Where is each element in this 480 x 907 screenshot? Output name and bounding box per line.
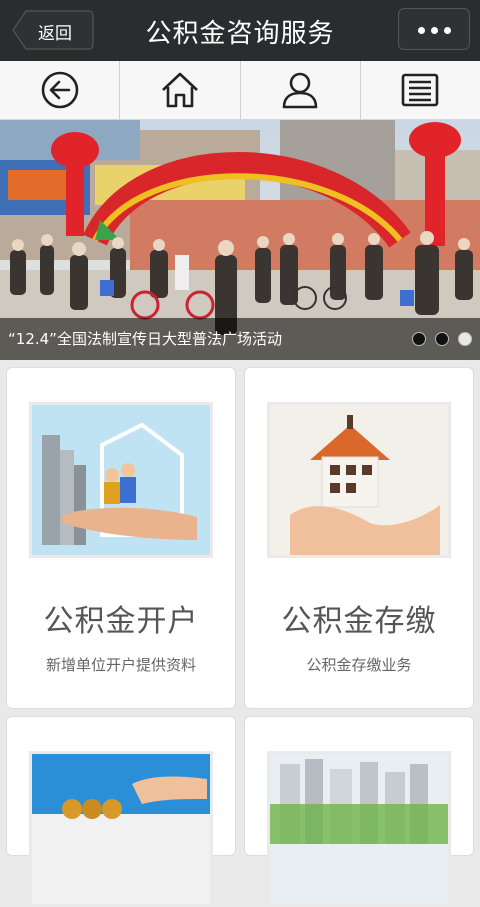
list-icon <box>402 73 439 107</box>
card-title: 公积金存缴 <box>281 604 437 639</box>
card-image <box>29 402 213 558</box>
back-arrow-icon <box>41 71 78 109</box>
card-image <box>267 751 451 907</box>
home-icon <box>161 72 198 108</box>
banner-slider[interactable]: “12.4”全国法制宣传日大型普法广场活动 <box>0 120 480 360</box>
service-card-deposit[interactable]: 公积金存缴 公积金存缴业务 <box>244 367 474 709</box>
back-button[interactable]: 返回 <box>12 10 94 50</box>
slide-indicator-2[interactable] <box>435 332 449 346</box>
service-card-4[interactable] <box>244 716 474 907</box>
card-title: 公积金开户 <box>43 604 199 639</box>
card-image <box>267 402 451 558</box>
slide-indicator-3[interactable] <box>458 332 472 346</box>
more-dot-icon <box>431 27 438 34</box>
service-card-3[interactable] <box>6 716 236 907</box>
nav-home[interactable] <box>120 61 241 119</box>
more-dot-icon <box>418 27 425 34</box>
more-button[interactable] <box>398 8 470 50</box>
slide-indicator-1[interactable] <box>412 332 426 346</box>
page-title: 公积金咨询服务 <box>145 19 335 49</box>
nav-list[interactable] <box>361 61 480 119</box>
card-image <box>29 751 213 907</box>
user-icon <box>282 72 318 109</box>
card-description: 新增单位开户提供资料 <box>45 656 196 674</box>
service-card-open-account[interactable]: 公积金开户 新增单位开户提供资料 <box>6 367 236 709</box>
card-description: 公积金存缴业务 <box>306 656 412 674</box>
back-button-label: 返回 <box>38 24 72 44</box>
title-bar: 返回 公积金咨询服务 <box>0 0 480 61</box>
nav-back[interactable] <box>0 61 121 119</box>
more-dot-icon <box>444 27 451 34</box>
banner-caption: “12.4”全国法制宣传日大型普法广场活动 <box>8 330 282 348</box>
nav-bar <box>0 61 480 120</box>
nav-user[interactable] <box>241 61 361 119</box>
banner-caption-bar: “12.4”全国法制宣传日大型普法广场活动 <box>0 318 480 360</box>
